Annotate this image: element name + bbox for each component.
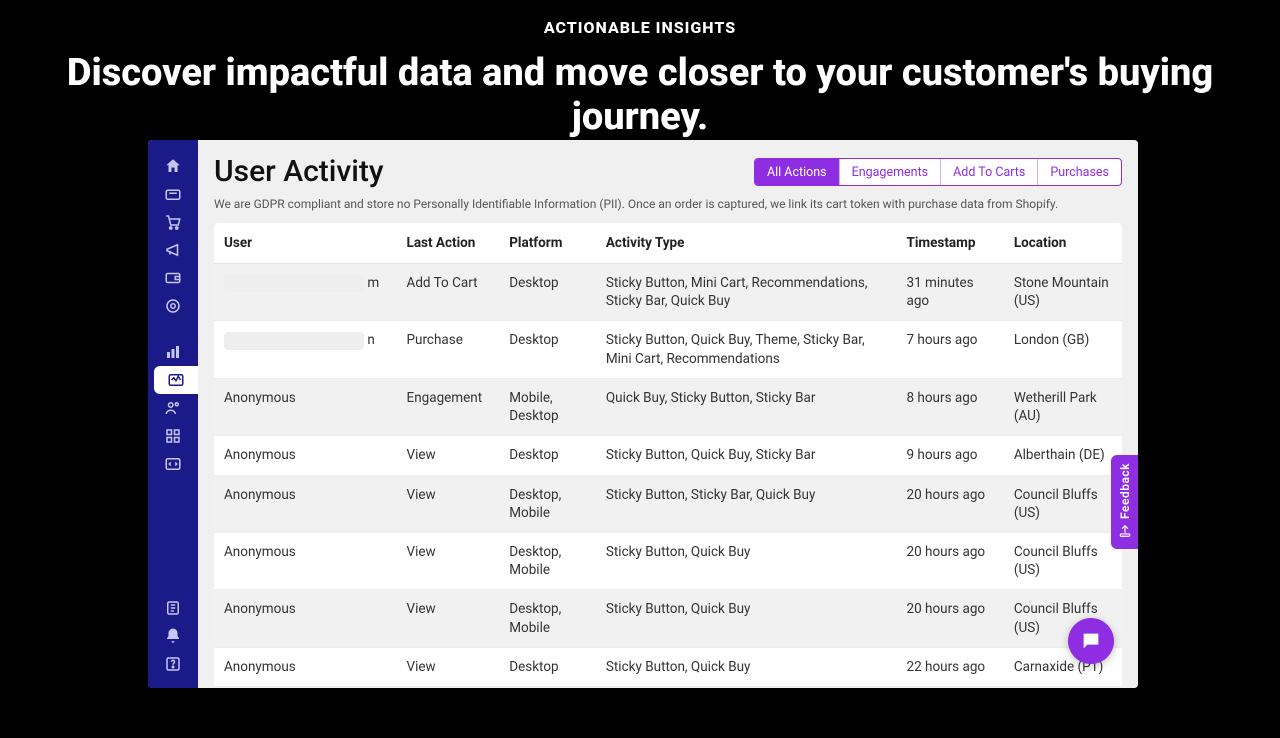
cell-location: Council Bluffs (US): [1004, 532, 1122, 589]
col-last-action: Last Action: [397, 223, 500, 264]
table-row[interactable]: m Add To CartDesktopSticky Button, Mini C…: [214, 264, 1122, 321]
chat-fab[interactable]: [1068, 618, 1114, 664]
cell-activity-type: Sticky Button, Quick Buy: [596, 532, 897, 589]
target-icon[interactable]: [148, 292, 198, 320]
gdpr-note: We are GDPR compliant and store no Perso…: [214, 197, 1122, 211]
feedback-export-icon: [1118, 524, 1132, 541]
filter-all-actions[interactable]: All Actions: [755, 159, 840, 185]
cell-last-action: Add To Cart: [397, 264, 500, 321]
cell-location: London (GB): [1004, 321, 1122, 378]
hero-eyebrow: ACTIONABLE INSIGHTS: [0, 18, 1280, 37]
col-activity-type: Activity Type: [596, 223, 897, 264]
cell-platform: Mobile, Desktop: [499, 378, 596, 435]
cell-last-action: View: [397, 647, 500, 686]
table-row[interactable]: Anonymous ViewDesktopSticky Button, Quick…: [214, 436, 1122, 475]
table-row[interactable]: Anonymous ViewDesktop, MobileSticky Butto…: [214, 590, 1122, 647]
cell-timestamp: 9 hours ago: [896, 436, 1003, 475]
bell-icon[interactable]: [148, 622, 198, 650]
cell-last-action: View: [397, 590, 500, 647]
page-title: User Activity: [214, 154, 384, 189]
cell-last-action: Purchase: [397, 321, 500, 378]
cell-platform: Desktop: [499, 321, 596, 378]
cell-activity-type: Sticky Button, Quick Buy, Theme, Sticky …: [596, 321, 897, 378]
cell-timestamp: 20 hours ago: [896, 532, 1003, 589]
cell-timestamp: 8 hours ago: [896, 378, 1003, 435]
hero-headline: Discover impactful data and move closer …: [40, 51, 1240, 139]
table-row[interactable]: Anonymous EngagementMobile, DesktopQuick …: [214, 378, 1122, 435]
filter-engagements[interactable]: Engagements: [840, 159, 942, 185]
main-content: User Activity All Actions Engagements Ad…: [198, 140, 1138, 688]
cell-timestamp: 22 hours ago: [896, 647, 1003, 686]
chat-icon: [1080, 630, 1102, 652]
code-icon[interactable]: [148, 450, 198, 478]
cell-user: Anonymous: [224, 544, 296, 560]
cell-last-action: View: [397, 532, 500, 589]
feedback-tab[interactable]: Feedback: [1111, 455, 1138, 549]
activity-icon[interactable]: [154, 366, 198, 394]
cell-platform: Desktop: [499, 647, 596, 686]
cell-location: Council Bluffs (US): [1004, 475, 1122, 532]
cell-user: Anonymous: [224, 601, 296, 617]
table-row[interactable]: n PurchaseDesktopSticky Button, Quick Buy…: [214, 321, 1122, 378]
col-location: Location: [1004, 223, 1122, 264]
cell-activity-type: Quick Buy, Sticky Button, Sticky Bar: [596, 378, 897, 435]
cell-timestamp: 20 hours ago: [896, 475, 1003, 532]
campaign-icon[interactable]: [148, 236, 198, 264]
help-icon[interactable]: [148, 650, 198, 678]
app-screenshot-frame: User Activity All Actions Engagements Ad…: [148, 140, 1138, 688]
cell-user: Anonymous: [224, 390, 296, 406]
cell-activity-type: Sticky Button, Quick Buy: [596, 590, 897, 647]
cell-platform: Desktop: [499, 264, 596, 321]
cell-timestamp: 7 hours ago: [896, 321, 1003, 378]
activity-table: User Last Action Platform Activity Type …: [214, 223, 1122, 687]
wallet-icon[interactable]: [148, 264, 198, 292]
cart-icon[interactable]: [148, 208, 198, 236]
apps-icon[interactable]: [148, 422, 198, 450]
cell-location: Alberthain (DE): [1004, 436, 1122, 475]
redacted-user: [224, 332, 364, 350]
cell-platform: Desktop, Mobile: [499, 590, 596, 647]
cell-user-suffix: m: [367, 275, 379, 291]
cell-activity-type: Sticky Button, Sticky Bar, Quick Buy: [596, 475, 897, 532]
filter-add-to-carts[interactable]: Add To Carts: [941, 159, 1038, 185]
col-platform: Platform: [499, 223, 596, 264]
cell-user: Anonymous: [224, 447, 296, 463]
cell-last-action: Engagement: [397, 378, 500, 435]
cell-user: Anonymous: [224, 487, 296, 503]
cell-platform: Desktop, Mobile: [499, 532, 596, 589]
cell-location: Wetherill Park (AU): [1004, 378, 1122, 435]
cell-last-action: View: [397, 436, 500, 475]
feedback-label: Feedback: [1118, 463, 1132, 519]
cell-last-action: View: [397, 475, 500, 532]
redacted-user: [224, 274, 364, 292]
table-row[interactable]: Anonymous ViewDesktop, MobileSticky Butto…: [214, 475, 1122, 532]
filter-group: All Actions Engagements Add To Carts Pur…: [754, 158, 1122, 186]
home-icon[interactable]: [148, 152, 198, 180]
table-row[interactable]: Anonymous ViewDesktop, MobileSticky Butto…: [214, 532, 1122, 589]
atc-icon[interactable]: [148, 180, 198, 208]
filter-purchases[interactable]: Purchases: [1038, 159, 1121, 185]
cell-activity-type: Sticky Button, Mini Cart, Recommendation…: [596, 264, 897, 321]
users-icon[interactable]: [148, 394, 198, 422]
cell-timestamp: 20 hours ago: [896, 590, 1003, 647]
cell-activity-type: Sticky Button, Quick Buy, Sticky Bar: [596, 436, 897, 475]
cell-platform: Desktop, Mobile: [499, 475, 596, 532]
cell-location: Stone Mountain (US): [1004, 264, 1122, 321]
cell-platform: Desktop: [499, 436, 596, 475]
table-row[interactable]: Anonymous ViewDesktopSticky Button, Quick…: [214, 647, 1122, 686]
col-timestamp: Timestamp: [896, 223, 1003, 264]
cell-user-suffix: n: [367, 332, 374, 348]
analytics-icon[interactable]: [148, 338, 198, 366]
cell-timestamp: 31 minutes ago: [896, 264, 1003, 321]
notes-icon[interactable]: [148, 594, 198, 622]
cell-user: Anonymous: [224, 659, 296, 675]
col-user: User: [214, 223, 397, 264]
cell-activity-type: Sticky Button, Quick Buy: [596, 647, 897, 686]
sidebar: [148, 140, 198, 688]
